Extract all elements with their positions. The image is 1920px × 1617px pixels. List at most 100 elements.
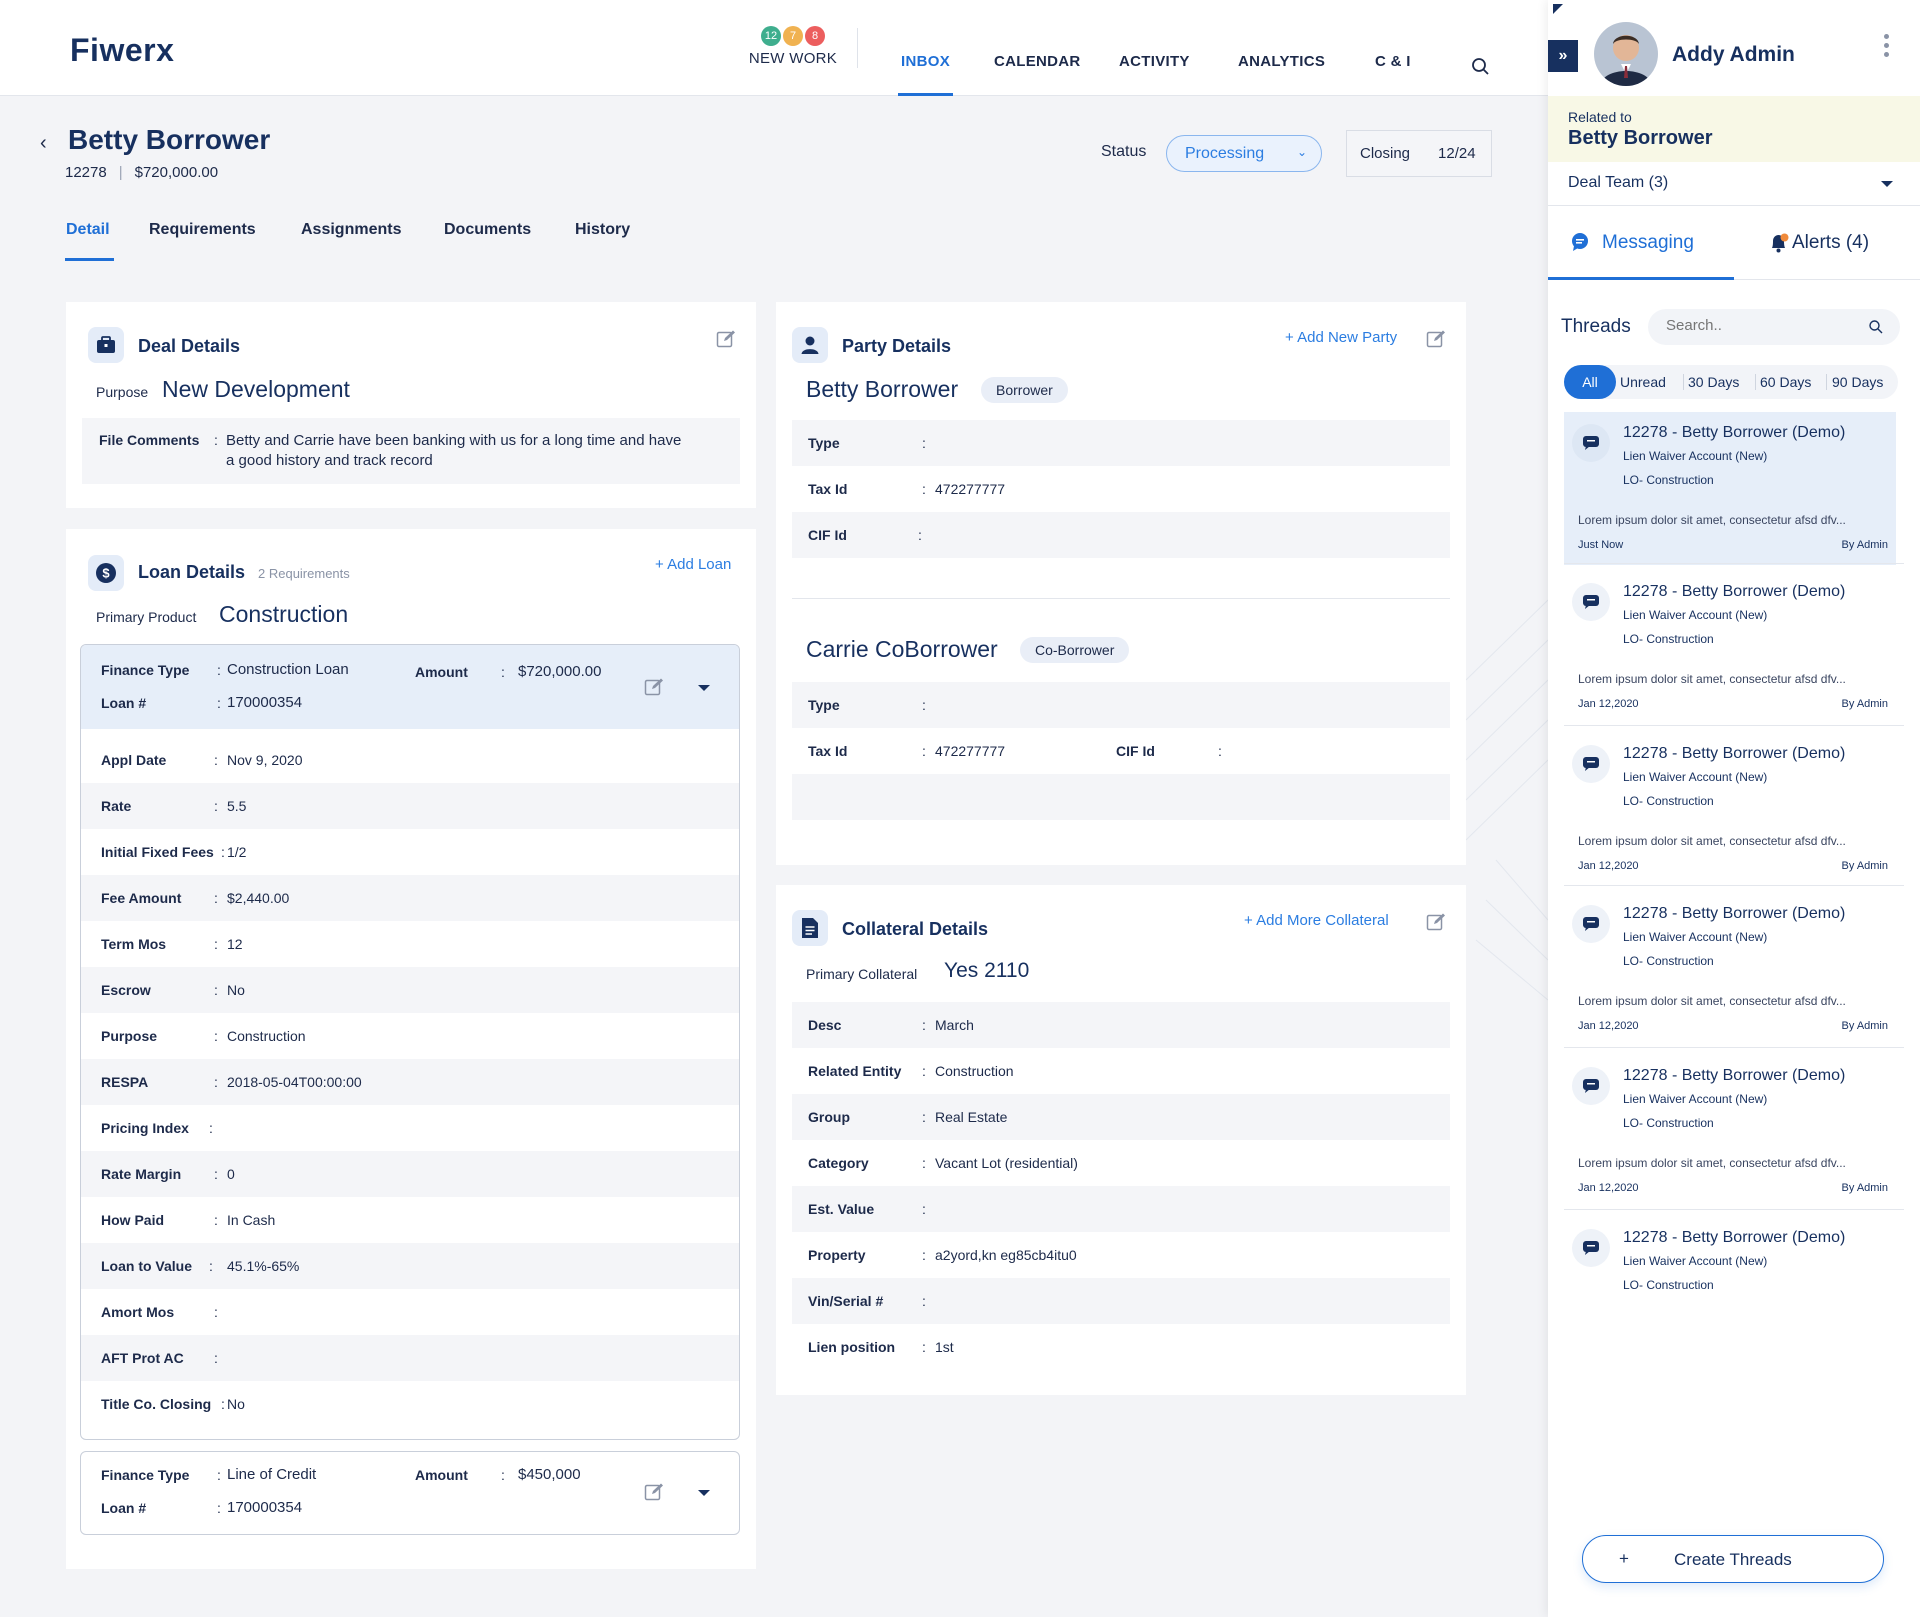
field-value: Nov 9, 2020 (227, 752, 303, 768)
field-label: Desc (808, 1017, 842, 1033)
colon: : (214, 890, 218, 906)
loan-number-label: Loan # (101, 695, 147, 711)
field-value: Vacant Lot (residential) (935, 1155, 1078, 1171)
thread-item[interactable]: 12278 - Betty Borrower (Demo) Lien Waiver… (1564, 1217, 1896, 1370)
subtab-history[interactable]: History (575, 221, 630, 239)
thread-category: LO- Construction (1623, 473, 1714, 487)
thread-item[interactable]: 12278 - Betty Borrower (Demo) Lien Waiver… (1564, 893, 1896, 1046)
tab-inbox[interactable]: INBOX (901, 53, 950, 70)
loan-field-row: Escrow: No (81, 967, 739, 1013)
edit-icon[interactable] (1426, 912, 1446, 932)
chat-bubble-icon (1572, 583, 1610, 621)
thread-item[interactable]: 12278 - Betty Borrower (Demo) Lien Waiver… (1564, 1055, 1896, 1208)
loan-item-line-of-credit[interactable]: Finance Type : Line of Credit Amount : $… (80, 1451, 740, 1535)
closing-date-box: Closing 12/24 (1346, 130, 1492, 177)
filter-30-days[interactable]: 30 Days (1688, 374, 1739, 390)
colon: : (922, 1293, 926, 1309)
thread-author: By Admin (1841, 860, 1888, 872)
search-icon (1869, 320, 1883, 334)
colon: : (209, 1120, 213, 1136)
app-logo[interactable]: Fiwerx (70, 32, 174, 69)
divider (792, 598, 1450, 599)
filter-90-days[interactable]: 90 Days (1832, 374, 1883, 390)
field-label: Pricing Index (101, 1120, 189, 1136)
subtab-detail[interactable]: Detail (66, 221, 110, 239)
field-value: 1/2 (227, 844, 247, 860)
edit-icon[interactable] (644, 677, 664, 697)
thread-author: By Admin (1841, 1020, 1888, 1032)
field-label: Vin/Serial # (808, 1293, 884, 1309)
filter-60-days[interactable]: 60 Days (1760, 374, 1811, 390)
add-new-party-link[interactable]: + Add New Party (1285, 329, 1397, 346)
field-value: 12 (227, 936, 243, 952)
colon: : (922, 1017, 926, 1033)
deal-details-title: Deal Details (138, 336, 241, 356)
type-label: Type (808, 697, 840, 713)
thread-subtitle: Lien Waiver Account (New) (1623, 930, 1768, 944)
tab-calendar[interactable]: CALENDAR (994, 53, 1081, 70)
thread-subtitle: Lien Waiver Account (New) (1623, 1254, 1768, 1268)
field-label: Initial Fixed Fees (101, 844, 214, 860)
back-chevron-icon[interactable]: ‹ (40, 132, 47, 155)
primary-product-value: Construction (219, 601, 349, 627)
edit-icon[interactable] (644, 1482, 664, 1502)
subtab-requirements[interactable]: Requirements (149, 221, 256, 239)
colon: : (221, 1396, 225, 1412)
colon: : (922, 1247, 926, 1263)
chat-bubble-icon (1572, 745, 1610, 783)
main-area: Fiwerx 12 7 8 NEW WORK INBOX CALENDAR AC… (0, 0, 1548, 1617)
field-value: No (227, 1396, 245, 1412)
subtab-documents[interactable]: Documents (444, 221, 531, 239)
colon: : (922, 1201, 926, 1217)
caret-down-icon[interactable] (697, 683, 711, 693)
tab-activity[interactable]: ACTIVITY (1119, 53, 1190, 70)
party-type-row: Type: (792, 420, 1450, 466)
thread-search-input[interactable] (1648, 309, 1900, 345)
edit-icon[interactable] (716, 329, 736, 349)
filter-all[interactable]: All (1564, 365, 1616, 399)
thread-item[interactable]: 12278 - Betty Borrower (Demo) Lien Waiver… (1564, 412, 1896, 565)
collapse-panel-button[interactable]: » (1548, 40, 1578, 72)
filter-unread[interactable]: Unread (1620, 374, 1666, 390)
caret-down-icon[interactable] (697, 1488, 711, 1498)
add-loan-link[interactable]: + Add Loan (655, 556, 731, 573)
field-value: Construction (227, 1028, 306, 1044)
collateral-field-row: Group: Real Estate (792, 1094, 1450, 1140)
loan-item-header[interactable]: Finance Type : Construction Loan Amount … (81, 645, 739, 729)
loan-field-row: Purpose: Construction (81, 1013, 739, 1059)
finance-type-label: Finance Type (101, 1467, 190, 1483)
user-name: Addy Admin (1672, 43, 1795, 66)
add-more-collateral-link[interactable]: + Add More Collateral (1244, 912, 1389, 929)
purpose-value: New Development (162, 376, 350, 402)
deal-amount: $720,000.00 (134, 164, 219, 181)
purpose-label: Purpose (96, 384, 149, 400)
thread-time: Just Now (1578, 539, 1624, 551)
search-field[interactable] (1666, 317, 1856, 334)
new-work-button[interactable]: 12 7 8 NEW WORK (743, 26, 843, 67)
thread-title: 12278 - Betty Borrower (Demo) (1623, 1067, 1846, 1084)
thread-subtitle: Lien Waiver Account (New) (1623, 1092, 1768, 1106)
tab-analytics[interactable]: ANALYTICS (1238, 53, 1325, 70)
create-threads-button[interactable]: + Create Threads (1582, 1535, 1884, 1583)
kebab-menu-icon[interactable] (1884, 34, 1890, 57)
thread-preview: Lorem ipsum dolor sit amet, consectetur … (1578, 994, 1846, 1008)
field-label: Title Co. Closing (101, 1396, 212, 1412)
search-icon[interactable] (1470, 56, 1492, 78)
colon: : (922, 1155, 926, 1171)
user-avatar[interactable] (1594, 22, 1658, 86)
tab-c-and-i[interactable]: C & I (1375, 53, 1411, 70)
thread-item[interactable]: 12278 - Betty Borrower (Demo) Lien Waiver… (1564, 733, 1896, 886)
field-label: Group (808, 1109, 850, 1125)
field-value: In Cash (227, 1212, 276, 1228)
status-dropdown[interactable]: Processing ⌄ (1166, 135, 1322, 172)
thread-title: 12278 - Betty Borrower (Demo) (1623, 424, 1846, 441)
tab-messaging[interactable]: Messaging (1548, 220, 1734, 280)
subtab-assignments[interactable]: Assignments (301, 221, 401, 239)
field-label: Category (808, 1155, 869, 1171)
tab-alerts[interactable]: Alerts (4) (1734, 220, 1920, 280)
edit-icon[interactable] (1426, 329, 1446, 349)
thread-item[interactable]: 12278 - Betty Borrower (Demo) Lien Waiver… (1564, 571, 1896, 724)
party-details-card: Party Details + Add New Party Betty Borr… (776, 302, 1466, 865)
field-label: Escrow (101, 982, 151, 998)
deal-team-dropdown[interactable]: Deal Team (3) (1548, 162, 1920, 206)
